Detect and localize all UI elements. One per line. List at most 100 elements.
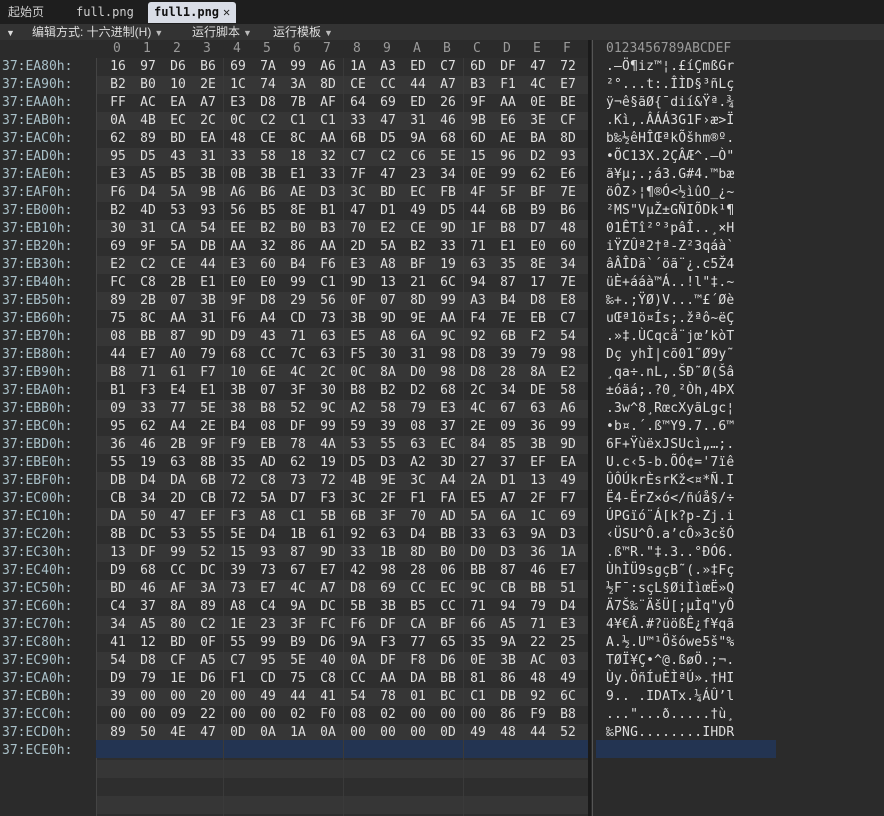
hex-byte[interactable]: CE	[167, 256, 189, 274]
ascii-text[interactable]: TØÏ¥Ç•^@.ßøÖ.;¬.	[606, 652, 734, 670]
hex-byte[interactable]: 6A	[407, 328, 429, 346]
hex-byte[interactable]: D4	[137, 472, 159, 490]
hex-byte[interactable]: 93	[257, 544, 279, 562]
hex-byte[interactable]: 4F	[467, 184, 489, 202]
hex-byte[interactable]: 8D	[407, 544, 429, 562]
hex-byte[interactable]: C8	[137, 274, 159, 292]
hex-byte[interactable]: E1	[287, 166, 309, 184]
hex-byte[interactable]: 49	[557, 670, 579, 688]
hex-byte[interactable]: 1A	[557, 544, 579, 562]
hex-byte[interactable]: D1	[497, 472, 519, 490]
hex-byte[interactable]: 7F	[347, 166, 369, 184]
hex-byte[interactable]: 61	[167, 364, 189, 382]
hex-byte[interactable]: DF	[497, 58, 519, 76]
hex-byte[interactable]: 18	[287, 148, 309, 166]
hex-byte[interactable]: 2C	[467, 382, 489, 400]
hex-byte[interactable]: 3C	[347, 184, 369, 202]
ascii-text[interactable]: uŒª1ö¤Ís;.žªô~ëÇ	[606, 310, 734, 328]
hex-byte[interactable]: B4	[287, 256, 309, 274]
hex-byte[interactable]: 94	[467, 274, 489, 292]
hex-byte[interactable]: 47	[197, 724, 219, 742]
hex-byte[interactable]: 36	[527, 418, 549, 436]
hex-byte[interactable]: 63	[377, 526, 399, 544]
hex-byte[interactable]: BE	[557, 94, 579, 112]
hex-byte[interactable]: 97	[137, 58, 159, 76]
hex-byte[interactable]: D4	[557, 598, 579, 616]
hex-byte[interactable]: 9C	[437, 328, 459, 346]
hex-byte[interactable]: F1	[497, 76, 519, 94]
hex-byte[interactable]: DF	[137, 544, 159, 562]
hex-byte[interactable]: 2E	[197, 418, 219, 436]
hex-byte[interactable]: D8	[467, 346, 489, 364]
hex-byte[interactable]: 30	[317, 382, 339, 400]
hex-byte[interactable]: 9B	[197, 184, 219, 202]
hex-byte[interactable]: 00	[347, 724, 369, 742]
hex-byte[interactable]: 48	[527, 670, 549, 688]
hex-byte[interactable]: 22	[527, 634, 549, 652]
hex-byte[interactable]: 72	[227, 490, 249, 508]
hex-byte[interactable]: A2	[347, 400, 369, 418]
hex-byte[interactable]: 0D	[227, 724, 249, 742]
hex-byte[interactable]: DA	[167, 472, 189, 490]
hex-byte[interactable]: E3	[557, 616, 579, 634]
hex-byte[interactable]: 34	[107, 616, 129, 634]
hex-byte[interactable]: E3	[437, 400, 459, 418]
hex-byte[interactable]: A8	[227, 598, 249, 616]
hex-byte[interactable]: AA	[437, 310, 459, 328]
hex-byte[interactable]: 44	[407, 76, 429, 94]
hex-byte[interactable]: D9	[227, 328, 249, 346]
hex-byte[interactable]: A3	[467, 292, 489, 310]
hex-byte[interactable]: FF	[107, 94, 129, 112]
hex-byte[interactable]: 78	[287, 436, 309, 454]
hex-byte[interactable]: 3C	[347, 490, 369, 508]
hex-byte[interactable]: 98	[437, 364, 459, 382]
hex-byte[interactable]: E7	[557, 76, 579, 94]
hex-byte[interactable]: BF	[527, 184, 549, 202]
hex-byte[interactable]: 7E	[557, 184, 579, 202]
hex-byte[interactable]: D4	[137, 184, 159, 202]
hex-byte[interactable]: 0B	[227, 166, 249, 184]
hex-byte[interactable]: A4	[257, 310, 279, 328]
hex-byte[interactable]: C6	[407, 148, 429, 166]
hex-byte[interactable]: 28	[407, 562, 429, 580]
hex-byte[interactable]: 2D	[167, 490, 189, 508]
hex-byte[interactable]: 34	[137, 490, 159, 508]
hex-byte[interactable]: E0	[257, 274, 279, 292]
ascii-text[interactable]: .3w^8¸RœcXyãLgc¦	[606, 400, 734, 418]
hex-byte[interactable]: 99	[167, 544, 189, 562]
hex-byte[interactable]: EB	[527, 310, 549, 328]
hex-byte[interactable]: 43	[167, 148, 189, 166]
hex-byte[interactable]: 67	[287, 562, 309, 580]
hex-byte[interactable]: 50	[137, 724, 159, 742]
ascii-text[interactable]: b‰½êHÎŒªkÕšhm®º.	[606, 130, 734, 148]
hex-byte[interactable]: EA	[167, 94, 189, 112]
hex-byte[interactable]: 1A	[287, 724, 309, 742]
hex-byte[interactable]: 9A	[347, 634, 369, 652]
hex-byte[interactable]: 6B	[347, 130, 369, 148]
hex-byte[interactable]: A3	[377, 58, 399, 76]
hex-byte[interactable]: C2	[137, 256, 159, 274]
hex-byte[interactable]: D9	[107, 562, 129, 580]
hex-byte[interactable]: 0C	[227, 112, 249, 130]
hex-byte[interactable]: C2	[377, 148, 399, 166]
hex-byte[interactable]: E7	[137, 346, 159, 364]
hex-byte[interactable]: 33	[347, 544, 369, 562]
hex-byte[interactable]: 99	[287, 58, 309, 76]
hex-byte[interactable]: 08	[347, 706, 369, 724]
hex-byte[interactable]: 5A	[257, 490, 279, 508]
hex-byte[interactable]: A5	[197, 652, 219, 670]
hex-byte[interactable]: 85	[497, 436, 519, 454]
hex-byte[interactable]: D2	[407, 382, 429, 400]
hex-byte[interactable]: 5A	[167, 184, 189, 202]
hex-byte[interactable]: CC	[167, 562, 189, 580]
hex-byte[interactable]: 92	[467, 328, 489, 346]
hex-byte[interactable]: 8E	[527, 256, 549, 274]
hex-byte[interactable]: 9A	[497, 634, 519, 652]
hex-byte[interactable]: 58	[257, 148, 279, 166]
hex-byte[interactable]: 1A	[347, 58, 369, 76]
hex-byte[interactable]: B2	[107, 76, 129, 94]
hex-byte[interactable]: 86	[287, 238, 309, 256]
hex-byte[interactable]: 39	[227, 562, 249, 580]
hex-byte[interactable]: B9	[527, 202, 549, 220]
collapse-icon[interactable]: ▼	[6, 25, 15, 41]
